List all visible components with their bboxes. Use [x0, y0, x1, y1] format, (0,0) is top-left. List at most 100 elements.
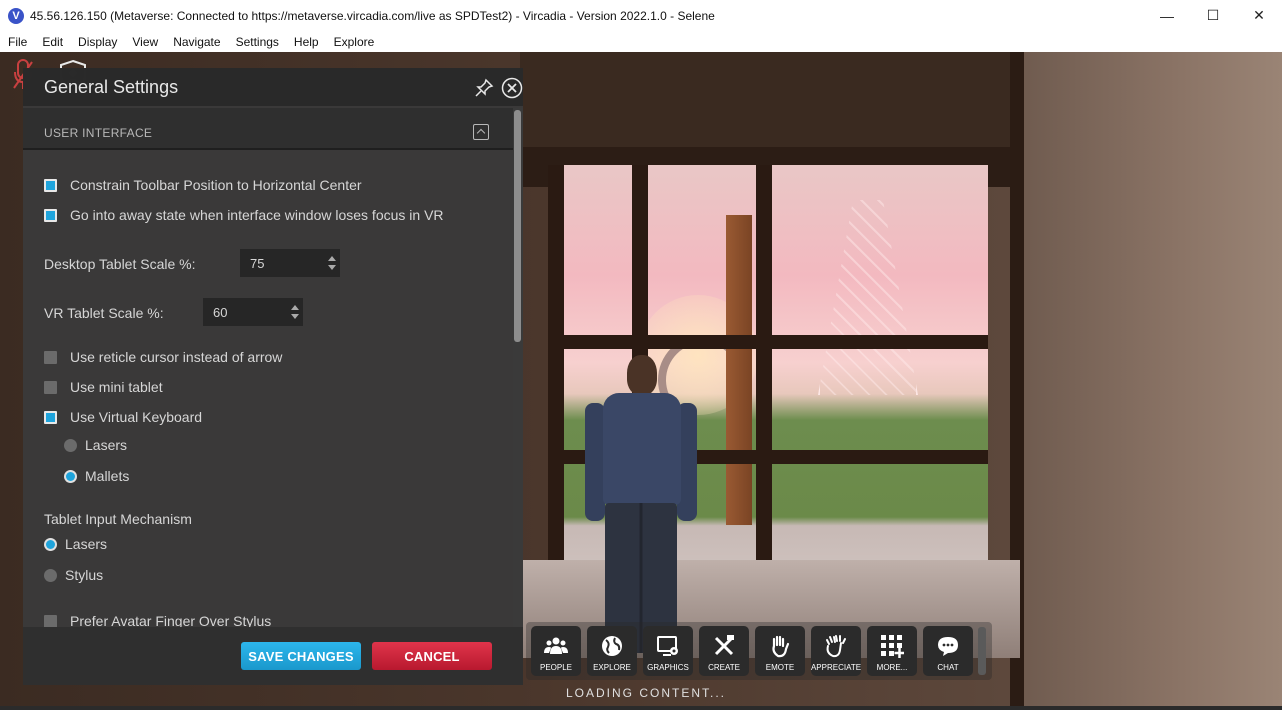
menu-file[interactable]: File — [0, 35, 34, 49]
checkbox-box[interactable] — [44, 208, 57, 222]
emote-button[interactable]: EMOTE — [755, 626, 805, 676]
checkbox-label: Go into away state when interface window… — [70, 207, 444, 223]
save-changes-button[interactable]: SAVE CHANGES — [241, 642, 361, 670]
create-button[interactable]: CREATE — [699, 626, 749, 676]
checkbox-label: Prefer Avatar Finger Over Stylus — [70, 613, 272, 627]
scrollbar-thumb[interactable] — [514, 110, 521, 342]
radio-label: Lasers — [85, 437, 128, 453]
globe-icon — [602, 636, 622, 656]
radio-button[interactable] — [44, 537, 57, 551]
people-icon — [544, 637, 568, 654]
virtual-keyboard-checkbox[interactable]: Use Virtual Keyboard — [44, 409, 202, 425]
arrow-down-icon[interactable] — [328, 265, 336, 270]
toolbar-drag-handle[interactable] — [978, 627, 986, 675]
menu-navigate[interactable]: Navigate — [165, 35, 227, 49]
mini-tablet-checkbox[interactable]: Use mini tablet — [44, 379, 163, 395]
section-header-user-interface[interactable]: USER INTERFACE — [23, 108, 513, 150]
checkbox-label: Use reticle cursor instead of arrow — [70, 349, 283, 365]
arrow-up-icon[interactable] — [291, 305, 299, 310]
panel-title: General Settings — [44, 77, 179, 97]
graphics-icon — [657, 636, 678, 656]
checkbox-box[interactable] — [44, 350, 57, 364]
pin-icon[interactable] — [474, 78, 494, 98]
cancel-button[interactable]: CANCEL — [372, 642, 492, 670]
toolbar-label: MORE... — [876, 663, 908, 672]
window-title: 45.56.126.150 (Metaverse: Connected to h… — [30, 8, 715, 23]
spinbox-value[interactable]: 60 — [213, 305, 287, 320]
close-window-button[interactable]: ✕ — [1236, 0, 1282, 31]
toolbar-label: GRAPHICS — [647, 663, 689, 672]
close-panel-icon[interactable] — [501, 77, 523, 99]
vr-scale-spinbox[interactable]: 60 — [203, 298, 303, 326]
more-button[interactable]: MORE... — [867, 626, 917, 676]
radio-button[interactable] — [44, 568, 57, 582]
checkbox-label: Use mini tablet — [70, 379, 163, 395]
toolbar-label: PEOPLE — [539, 663, 572, 672]
window-mullion — [756, 165, 772, 605]
wave-hand-icon — [772, 635, 790, 658]
ceiling-beam — [520, 52, 1020, 147]
constrain-toolbar-checkbox[interactable]: Constrain Toolbar Position to Horizontal… — [44, 177, 362, 193]
input-mechanism-label: Tablet Input Mechanism — [44, 511, 192, 527]
away-state-checkbox[interactable]: Go into away state when interface window… — [44, 207, 444, 223]
checkbox-box[interactable] — [44, 614, 57, 627]
right-wall — [1015, 52, 1282, 710]
panel-footer: SAVE CHANGES CANCEL — [23, 627, 523, 685]
checkbox-box[interactable] — [44, 380, 57, 394]
keyboard-lasers-radio[interactable]: Lasers — [64, 437, 127, 453]
appreciate-button[interactable]: APPRECIATE — [811, 626, 861, 676]
apps-grid-icon — [881, 635, 904, 658]
panel-scrollbar[interactable] — [513, 108, 523, 628]
user-avatar[interactable] — [585, 355, 697, 665]
panel-header: General Settings — [23, 68, 523, 106]
checkbox-box[interactable] — [44, 178, 57, 192]
spinbox-arrows[interactable] — [287, 298, 303, 326]
explore-button[interactable]: EXPLORE — [587, 626, 637, 676]
loading-status: LOADING CONTENT... — [566, 686, 727, 700]
app-toolbar: PEOPLE EXPLORE GRAPHICS CREATE EMOTE APP… — [526, 622, 992, 680]
people-button[interactable]: PEOPLE — [531, 626, 581, 676]
prefer-finger-checkbox[interactable]: Prefer Avatar Finger Over Stylus — [44, 613, 271, 627]
radio-button[interactable] — [64, 469, 77, 483]
desktop-scale-spinbox[interactable]: 75 — [240, 249, 340, 277]
graphics-button[interactable]: GRAPHICS — [643, 626, 693, 676]
chat-button[interactable]: CHAT — [923, 626, 973, 676]
menu-view[interactable]: View — [124, 35, 165, 49]
input-stylus-radio[interactable]: Stylus — [44, 567, 103, 583]
menu-help[interactable]: Help — [286, 35, 326, 49]
tools-icon — [714, 635, 734, 656]
arrow-up-icon[interactable] — [328, 256, 336, 261]
window-transom — [548, 335, 988, 349]
input-lasers-radio[interactable]: Lasers — [44, 536, 107, 552]
menu-edit[interactable]: Edit — [34, 35, 70, 49]
arrow-down-icon[interactable] — [291, 314, 299, 319]
vr-scale-label: VR Tablet Scale %: — [44, 305, 164, 321]
wooden-pillar — [726, 215, 752, 525]
chat-bubble-icon — [938, 637, 958, 656]
radio-label: Stylus — [65, 567, 104, 583]
menu-display[interactable]: Display — [70, 35, 124, 49]
menu-settings[interactable]: Settings — [228, 35, 286, 49]
reticle-cursor-checkbox[interactable]: Use reticle cursor instead of arrow — [44, 349, 282, 365]
toolbar-label: CHAT — [937, 663, 959, 672]
section-title: USER INTERFACE — [44, 126, 153, 140]
vircadia-app-icon: V — [8, 7, 24, 24]
desktop-scale-label: Desktop Tablet Scale %: — [44, 256, 196, 272]
radio-label: Lasers — [65, 536, 108, 552]
toolbar-label: APPRECIATE — [810, 663, 862, 672]
spinbox-arrows[interactable] — [324, 249, 340, 277]
bottom-edge — [0, 706, 1282, 710]
collapse-icon[interactable] — [473, 124, 489, 140]
window-mullion — [548, 165, 564, 605]
watermark: SOFTPEDIA — [1085, 26, 1241, 53]
radio-button[interactable] — [64, 438, 77, 452]
checkbox-box[interactable] — [44, 410, 57, 424]
avatar-arm — [585, 403, 605, 521]
spinbox-value[interactable]: 75 — [250, 256, 324, 271]
avatar-head — [627, 355, 657, 395]
settings-content: Constrain Toolbar Position to Horizontal… — [23, 152, 513, 627]
keyboard-mallets-radio[interactable]: Mallets — [64, 468, 129, 484]
toolbar-label: CREATE — [708, 663, 740, 672]
menu-explore[interactable]: Explore — [326, 35, 382, 49]
checkbox-label: Use Virtual Keyboard — [70, 409, 203, 425]
